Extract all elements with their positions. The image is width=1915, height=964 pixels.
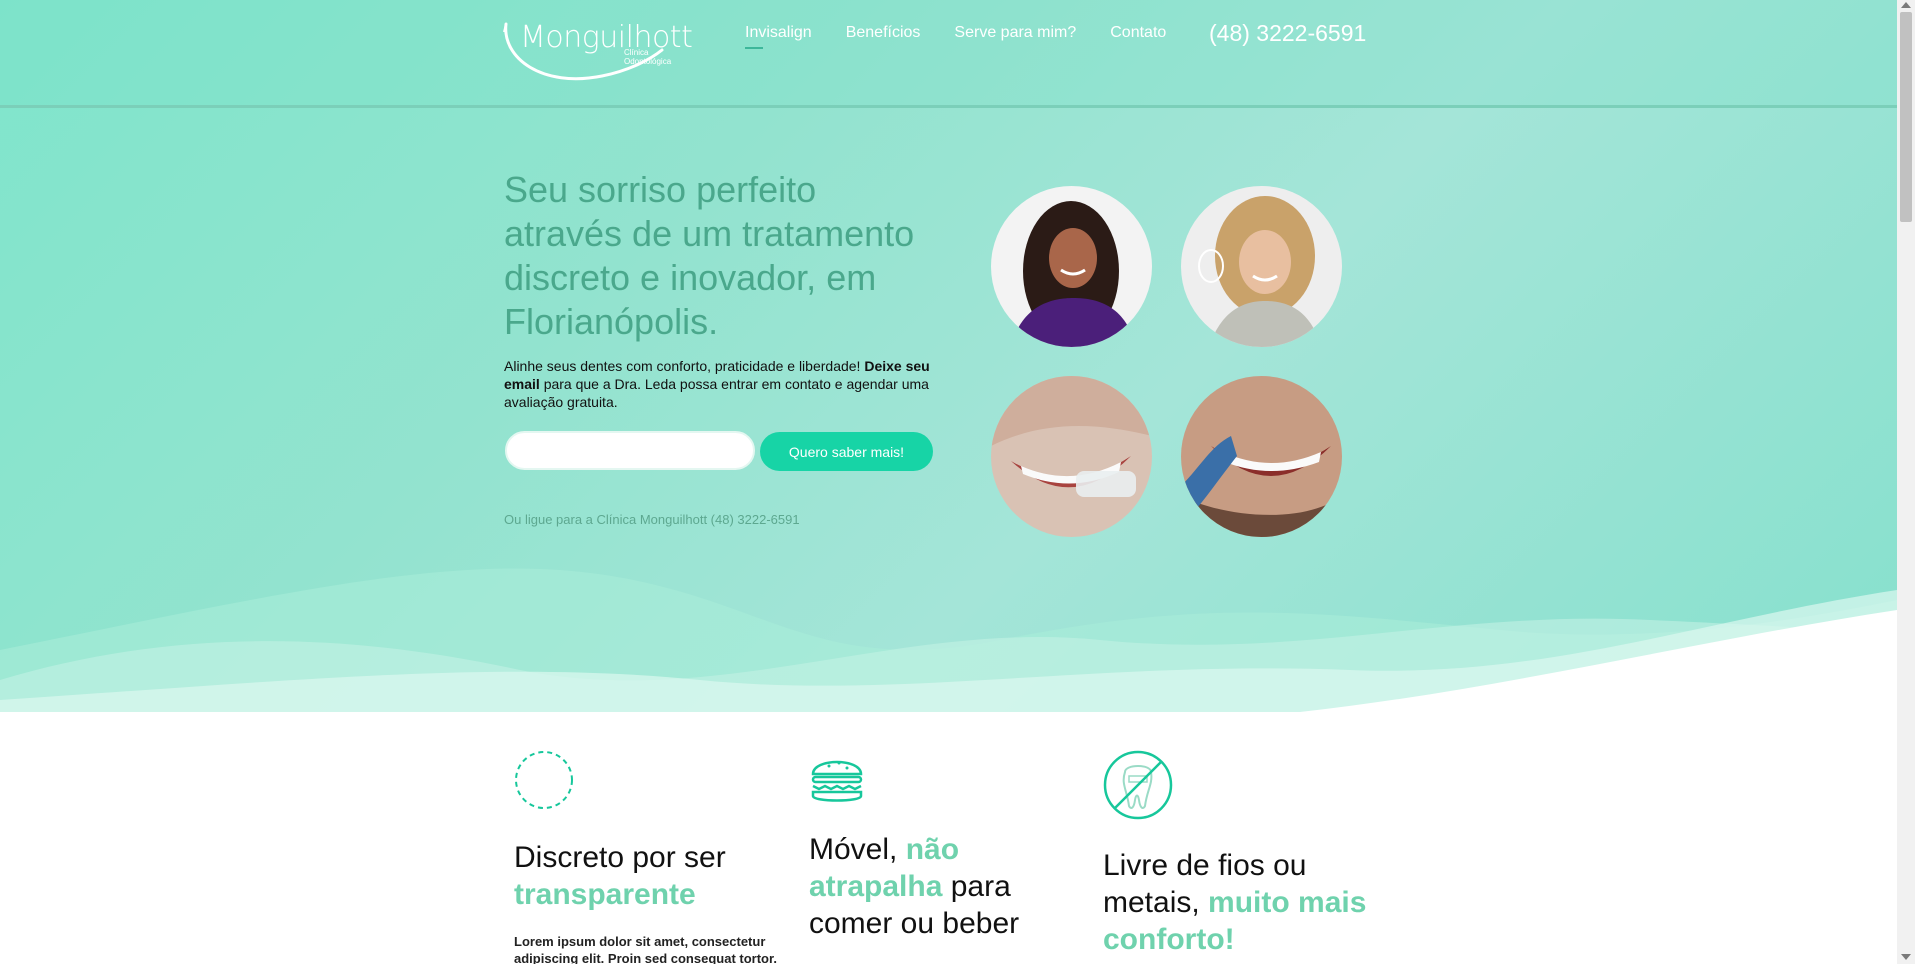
scrollbar-thumb[interactable] [1900, 12, 1912, 222]
wave-decoration [0, 568, 1897, 712]
photo-woman-curly-hair [991, 186, 1152, 347]
email-input[interactable] [505, 431, 755, 470]
feature-movel: Móvel, não atrapalha para comer ou beber [809, 750, 1079, 942]
nav-serve-para-mim[interactable]: Serve para mim? [954, 24, 1076, 42]
nav-invisalign[interactable]: Invisalign [745, 24, 812, 49]
quero-saber-mais-button[interactable]: Quero saber mais! [760, 432, 933, 471]
dashed-circle-icon [515, 751, 573, 809]
no-braces-icon [1103, 750, 1173, 820]
feature-livre-de-fios: Livre de fios ou metais, muito mais conf… [1103, 750, 1373, 958]
feature-text: Lorem ipsum dolor sit amet, consectetur … [514, 934, 777, 964]
logo-subtitle: Clínica Odontológica [624, 48, 672, 66]
feature-title: Móvel, não atrapalha para comer ou beber [809, 831, 1079, 942]
photo-smile-aligner [991, 376, 1152, 537]
feature-discreto: Discreto por ser transparente Lorem ipsu… [514, 750, 784, 964]
hero-title: Seu sorriso perfeito através de um trata… [504, 169, 915, 342]
feature-title-highlight: transparente [514, 878, 696, 911]
feature-title: Livre de fios ou metais, muito mais conf… [1103, 847, 1373, 958]
hero-description: Alinhe seus dentes com conforto, pratici… [504, 357, 944, 411]
photo-woman-blonde-hair [1181, 186, 1342, 347]
scroll-up-arrow-icon[interactable] [1901, 2, 1911, 8]
nav-contato[interactable]: Contato [1110, 24, 1166, 42]
site-header: Monguilhott Clínica Odontológica Invisal… [0, 0, 1897, 108]
scroll-down-arrow-icon[interactable] [1901, 954, 1911, 960]
header-phone[interactable]: (48) 3222-6591 [1209, 20, 1366, 47]
call-note: Ou ligue para a Clínica Monguilhott (48)… [504, 512, 800, 527]
feature-title-pre: Discreto por ser [514, 841, 726, 874]
photo-man-aligner [1181, 376, 1342, 537]
main-nav: Invisalign Benefícios Serve para mim? Co… [745, 24, 1200, 49]
burger-icon [811, 760, 863, 802]
hero-section: Monguilhott Clínica Odontológica Invisal… [0, 0, 1897, 712]
hero-desc-part2: para que a Dra. Leda possa entrar em con… [504, 376, 929, 410]
logo[interactable]: Monguilhott Clínica Odontológica [502, 18, 693, 92]
hero-desc-part1: Alinhe seus dentes com conforto, pratici… [504, 358, 865, 374]
nav-beneficios[interactable]: Benefícios [846, 24, 921, 42]
feature-title-pre: Móvel, [809, 833, 906, 866]
feature-title: Discreto por ser transparente [514, 839, 784, 913]
